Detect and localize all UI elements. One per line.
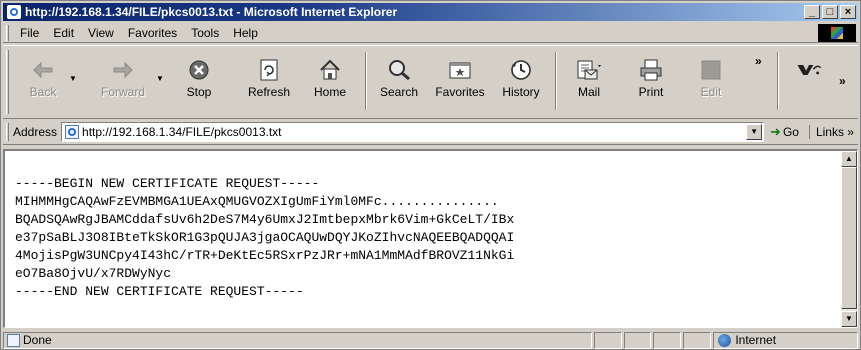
status-pane bbox=[683, 331, 712, 349]
go-label: Go bbox=[782, 125, 799, 139]
cert-line: -----BEGIN NEW CERTIFICATE REQUEST----- bbox=[15, 176, 320, 191]
forward-arrow-icon bbox=[110, 58, 136, 82]
messenger-button[interactable] bbox=[789, 50, 829, 114]
security-zone-pane: Internet bbox=[713, 331, 858, 349]
close-button[interactable]: × bbox=[840, 5, 856, 19]
standard-toolbar: Back ▼ Forward ▼ Stop Refresh Home Searc… bbox=[3, 45, 858, 119]
toolbar-separator bbox=[555, 52, 557, 110]
history-icon bbox=[508, 58, 534, 82]
stop-icon bbox=[186, 58, 212, 82]
forward-dropdown-icon[interactable]: ▼ bbox=[156, 74, 164, 83]
menu-bar: File Edit View Favorites Tools Help bbox=[3, 23, 858, 43]
home-icon bbox=[317, 58, 343, 82]
title-bar: http://192.168.1.34/FILE/pkcs0013.txt - … bbox=[3, 3, 858, 21]
cert-line: MIHMMHgCAQAwFzEVMBMGA1UEAxQMUGVOZXIgUmFi… bbox=[15, 194, 499, 209]
address-input[interactable]: http://192.168.1.34/FILE/pkcs0013.txt ▼ bbox=[61, 122, 765, 142]
search-icon bbox=[386, 58, 412, 82]
page-icon bbox=[65, 125, 80, 139]
mail-label: Mail bbox=[577, 85, 600, 99]
scroll-thumb[interactable] bbox=[841, 167, 857, 309]
home-button[interactable]: Home bbox=[308, 50, 352, 114]
edit-page-icon bbox=[698, 58, 724, 82]
cert-line: e37pSaBLJ3O8IBteTkSkOR1G3pQUJA3jgaOCAQUw… bbox=[15, 230, 515, 245]
window-controls: _ □ × bbox=[804, 5, 856, 19]
print-label: Print bbox=[638, 85, 664, 99]
printer-icon bbox=[638, 58, 664, 82]
address-dropdown-icon[interactable]: ▼ bbox=[746, 124, 763, 140]
browser-window: http://192.168.1.34/FILE/pkcs0013.txt - … bbox=[0, 0, 861, 350]
links-button[interactable]: Links » bbox=[808, 125, 854, 139]
minimize-button[interactable]: _ bbox=[804, 5, 820, 19]
refresh-button[interactable]: Refresh bbox=[243, 50, 295, 114]
links-overflow-chevron[interactable]: » bbox=[839, 74, 846, 88]
toolbar-grip[interactable] bbox=[6, 50, 9, 114]
refresh-icon bbox=[256, 58, 282, 82]
address-url[interactable]: http://192.168.1.34/FILE/pkcs0013.txt bbox=[82, 125, 281, 139]
back-dropdown-icon[interactable]: ▼ bbox=[69, 74, 77, 83]
cert-line: eO7Ba8OjvU/x7RDWyNyc bbox=[15, 266, 172, 281]
menu-tools[interactable]: Tools bbox=[184, 26, 226, 40]
favorites-button[interactable]: Favorites bbox=[433, 50, 487, 114]
page-done-icon bbox=[7, 333, 20, 347]
history-button[interactable]: History bbox=[497, 50, 545, 114]
search-button[interactable]: Search bbox=[375, 50, 423, 114]
favorites-label: Favorites bbox=[435, 85, 485, 99]
favorites-icon bbox=[447, 58, 473, 82]
status-text: Done bbox=[23, 333, 52, 347]
menu-file[interactable]: File bbox=[13, 26, 46, 40]
address-bar: Address http://192.168.1.34/FILE/pkcs001… bbox=[3, 120, 858, 145]
edit-label: Edit bbox=[700, 85, 722, 99]
status-bar: Done Internet bbox=[3, 331, 858, 349]
ie-logo-icon bbox=[7, 5, 21, 19]
forward-label: Forward bbox=[100, 85, 145, 99]
stop-label: Stop bbox=[186, 85, 212, 99]
cert-line: -----END NEW CERTIFICATE REQUEST----- bbox=[15, 284, 304, 299]
home-label: Home bbox=[313, 85, 346, 99]
status-text-pane: Done bbox=[3, 331, 592, 349]
messenger-icon bbox=[796, 58, 822, 82]
certificate-request-text: -----BEGIN NEW CERTIFICATE REQUEST----- M… bbox=[15, 175, 514, 301]
menu-view[interactable]: View bbox=[81, 26, 121, 40]
window-title: http://192.168.1.34/FILE/pkcs0013.txt - … bbox=[25, 5, 398, 19]
cert-line: BQADSQAwRgJBAMCddafsUv6h2DeS7M4y6UmxJ2Im… bbox=[15, 212, 515, 227]
menu-help[interactable]: Help bbox=[226, 26, 265, 40]
internet-globe-icon bbox=[718, 333, 732, 347]
scroll-down-icon[interactable]: ▼ bbox=[841, 311, 857, 327]
back-button[interactable]: Back bbox=[21, 50, 65, 114]
windows-logo-icon bbox=[818, 23, 856, 42]
go-button[interactable]: ➜ Go bbox=[770, 124, 799, 140]
go-arrow-icon: ➜ bbox=[770, 124, 781, 139]
print-button[interactable]: Print bbox=[631, 50, 671, 114]
mail-button[interactable]: Mail bbox=[569, 50, 609, 114]
vertical-scrollbar[interactable]: ▲ ▼ bbox=[841, 151, 857, 327]
edit-button[interactable]: Edit bbox=[693, 50, 729, 114]
forward-button[interactable]: Forward bbox=[93, 50, 153, 114]
back-label: Back bbox=[29, 85, 57, 99]
mail-icon bbox=[576, 58, 602, 82]
menu-favorites[interactable]: Favorites bbox=[121, 26, 184, 40]
menu-edit[interactable]: Edit bbox=[46, 26, 81, 40]
menu-grip[interactable] bbox=[6, 24, 9, 41]
status-pane bbox=[593, 331, 622, 349]
back-arrow-icon bbox=[30, 58, 56, 82]
scroll-up-icon[interactable]: ▲ bbox=[841, 151, 857, 167]
address-label: Address bbox=[13, 125, 58, 139]
history-label: History bbox=[502, 85, 540, 99]
search-label: Search bbox=[379, 85, 419, 99]
toolbar-overflow-chevron[interactable]: » bbox=[755, 54, 762, 68]
maximize-button[interactable]: □ bbox=[822, 5, 838, 19]
stop-button[interactable]: Stop bbox=[181, 50, 217, 114]
toolbar-separator bbox=[365, 52, 367, 110]
cert-line: 4MojisPgW3UNCpy4I43hC/rTR+DeKtEc5RSxrPzJ… bbox=[15, 248, 515, 263]
toolbar-separator bbox=[777, 52, 779, 110]
status-pane bbox=[623, 331, 652, 349]
page-content: -----BEGIN NEW CERTIFICATE REQUEST----- M… bbox=[3, 149, 858, 328]
address-grip[interactable] bbox=[6, 123, 9, 141]
zone-label: Internet bbox=[735, 333, 777, 347]
refresh-label: Refresh bbox=[247, 85, 291, 99]
status-pane bbox=[653, 331, 682, 349]
